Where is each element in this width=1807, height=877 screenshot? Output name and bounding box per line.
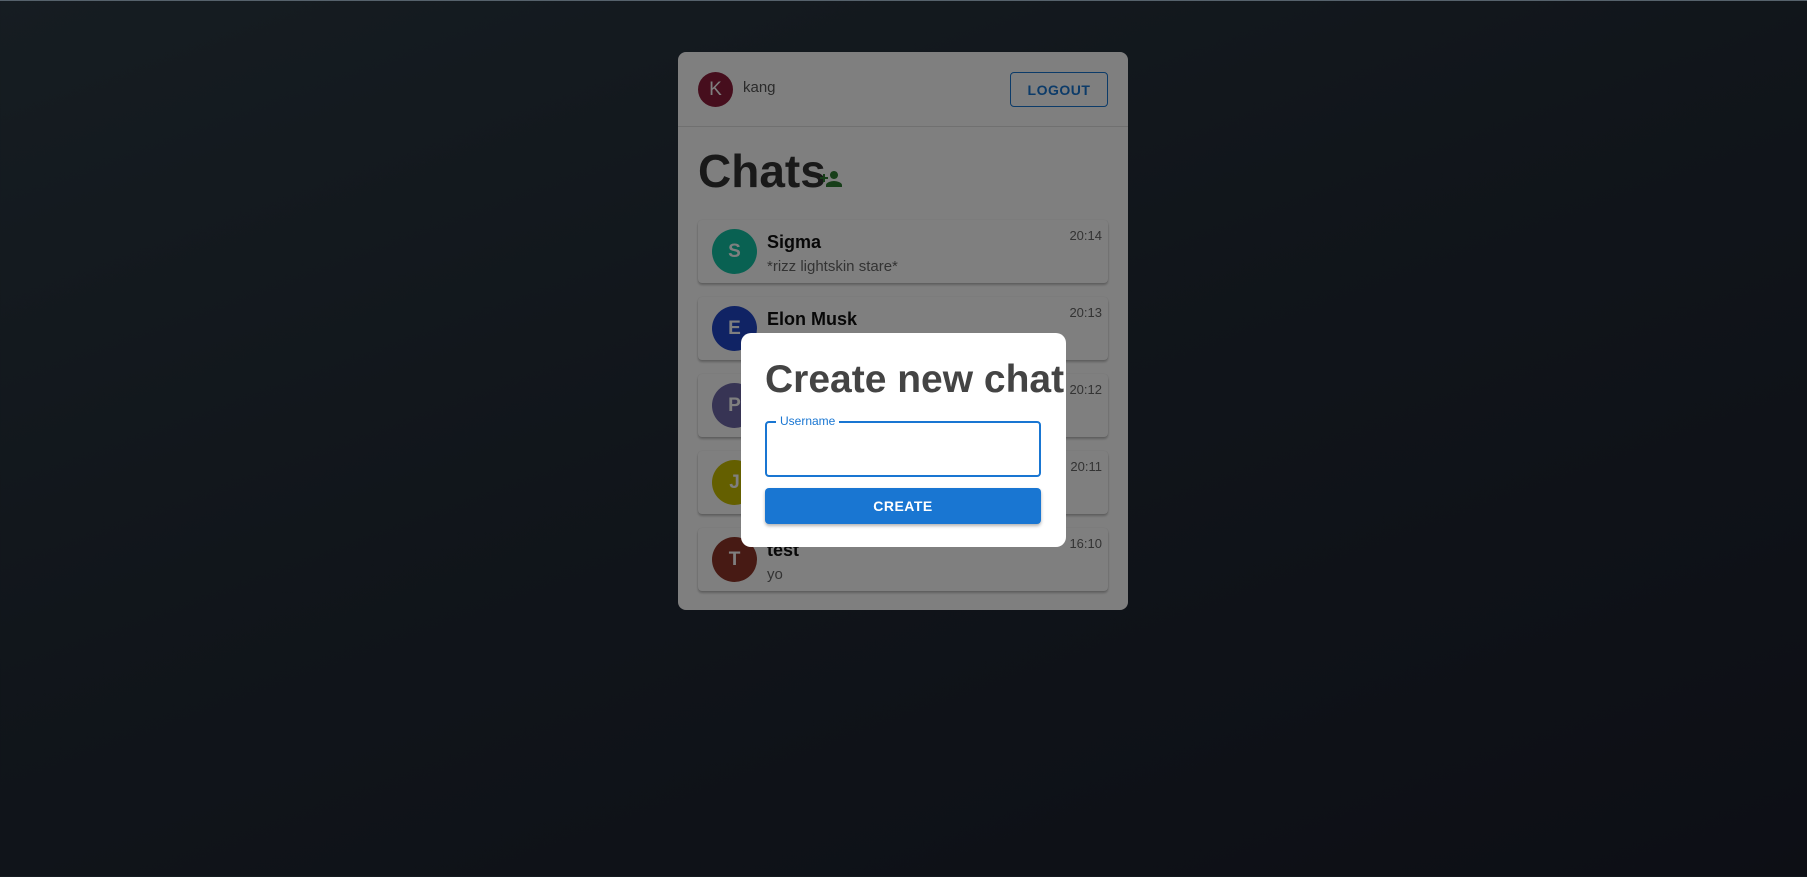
username-input[interactable] <box>767 423 1039 475</box>
create-chat-dialog: Create new chat Username CREATE <box>741 333 1066 547</box>
dialog-title: Create new chat <box>765 358 1065 401</box>
username-field: Username <box>765 414 1041 477</box>
create-button[interactable]: CREATE <box>765 488 1041 524</box>
